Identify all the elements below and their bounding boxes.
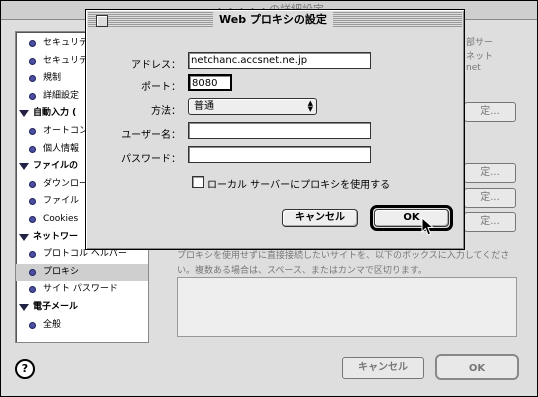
prefs-ok-button[interactable]: OK [435,354,519,380]
sidebar-item-label: 詳細設定 [43,90,80,101]
web-proxy-dialog: Web プロキシの設定 アドレス： netchanc.accsnet.ne.jp… [85,9,465,250]
bullet-icon [29,198,36,206]
bullet-icon [29,216,36,223]
bullet-icon [29,145,36,153]
bg-text-fragment-2: ネット [466,52,494,62]
bullet-icon [29,180,36,188]
method-label: 方法： [151,106,181,117]
popup-arrows-icon: ▲ ▼ [307,99,313,113]
disclosure-triangle-icon[interactable] [19,163,29,171]
sidebar-item[interactable]: 全般 [16,317,148,334]
ok-button[interactable]: OK [374,209,449,227]
method-value: 普通 [194,101,214,112]
cancel-button[interactable]: キャンセル [282,209,358,227]
address-label: アドレス： [131,60,181,71]
disclosure-triangle-icon[interactable] [19,233,29,241]
sidebar-item-label: 全般 [43,319,62,330]
proxy-bypass-instructions: プロキシを使用せずに直接接続したいサイトを、以下のボックスに入力してください。複… [177,251,510,276]
sidebar-item-label: セキュリテ [43,55,89,66]
sidebar-item-label: ネットワー [33,231,79,242]
sidebar-item-label: ファイル ・ [43,196,91,207]
bullet-icon [29,128,36,135]
sidebar-item[interactable]: プロキシ [16,263,148,281]
port-field[interactable]: 8080 [188,74,232,91]
bullet-icon [29,286,36,294]
sidebar-item-label: オートコン [43,126,89,136]
sidebar-item-label: ダウンロー [43,178,89,189]
bullet-icon [29,40,36,47]
sidebar-group-header[interactable]: 電子メール [16,299,148,316]
proxy-bypass-field[interactable] [177,277,517,337]
bullet-icon [29,92,36,100]
port-label: ポート： [141,82,181,93]
bg-text-fragment-3: net [466,63,481,73]
settings-button-4[interactable]: 定... [464,212,516,232]
prefs-cancel-button[interactable]: キャンセル [342,357,424,379]
bullet-icon [29,251,36,259]
settings-button-1[interactable]: 定... [464,102,516,122]
bullet-icon [29,321,36,329]
mouse-pointer-icon [421,217,435,236]
address-field[interactable]: netchanc.accsnet.ne.jp [188,52,371,69]
username-label: ユーザー名： [121,130,181,141]
sidebar-item-label: ファイルの [33,161,79,172]
sidebar-item-label: 規制 [43,73,62,84]
password-field[interactable] [188,146,371,163]
sidebar-item-label: セキュリテ [43,38,89,48]
disclosure-triangle-icon[interactable] [19,110,29,118]
settings-button-2[interactable]: 定... [464,163,516,183]
sidebar-item-label: 個人情報 [43,143,80,154]
dialog-title: Web プロキシの設定 [213,12,333,28]
settings-button-3[interactable]: 定... [464,188,516,208]
sidebar-item-label: 電子メール [33,302,79,312]
close-box-icon[interactable] [96,15,108,27]
sidebar-item-label: プロキシ [43,266,80,277]
bullet-icon [29,57,36,65]
password-label: パスワード： [121,154,181,165]
dialog-titlebar[interactable]: Web プロキシの設定 [88,12,462,28]
username-field[interactable] [188,122,371,139]
method-popup[interactable]: 普通 ▲ ▼ [188,98,317,115]
sidebar-item[interactable]: サイト パスワード [16,281,148,298]
sidebar-item-label: Cookies [43,214,79,224]
sidebar-item-label: 自動入力 ( [33,108,77,119]
bg-text-fragment-1: 部サー [466,38,494,48]
bullet-icon [29,268,36,276]
help-icon[interactable]: ? [15,359,35,379]
local-proxy-label[interactable]: ローカル サーバーにプロキシを使用する [207,176,390,191]
sidebar-item-label: サイト パスワード [43,284,118,295]
bullet-icon [29,75,36,83]
local-proxy-checkbox[interactable] [192,176,204,188]
disclosure-triangle-icon[interactable] [19,304,29,311]
